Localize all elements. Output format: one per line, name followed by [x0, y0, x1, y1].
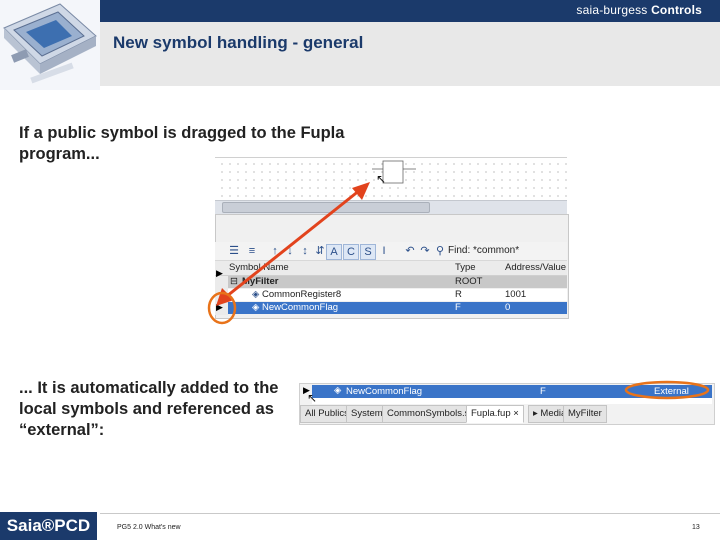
tab-fupla-label: Fupla.fup — [471, 408, 511, 419]
close-icon[interactable]: × — [513, 408, 519, 419]
title-band — [100, 22, 720, 86]
result-text: ... It is automatically added to the loc… — [19, 379, 279, 439]
symbol-type: F — [455, 302, 461, 313]
mouse-cursor-icon: ↖ — [307, 391, 318, 405]
col-type[interactable]: Type — [455, 262, 476, 273]
controller-device-image — [0, 0, 100, 90]
drag-source-highlight — [207, 291, 237, 325]
external-highlight — [624, 380, 710, 400]
tab-myfilter[interactable]: MyFilter — [563, 405, 607, 423]
tab-fupla[interactable]: Fupla.fup × — [466, 405, 524, 423]
find-filter-label[interactable]: Find: *common* — [448, 245, 519, 256]
page-number: 13 — [692, 524, 700, 531]
search-icon[interactable]: ⚲ — [433, 244, 447, 258]
redo-icon[interactable]: ↷ — [418, 244, 432, 258]
symbol-type: F — [540, 386, 546, 397]
symbol-name: NewCommonFlag — [346, 386, 423, 397]
symbol-value: 0 — [505, 302, 511, 313]
symbol-type: R — [455, 289, 462, 300]
symbol-value: 1001 — [505, 289, 527, 300]
page-title: New symbol handling - general — [113, 33, 364, 52]
symbol-node-icon: ◈ — [334, 385, 342, 396]
footer-bar — [100, 513, 720, 541]
col-address-value[interactable]: Address/Value — [505, 262, 566, 273]
tab-arrow-icon: ▸ — [533, 408, 538, 419]
undo-icon[interactable]: ↶ — [403, 244, 417, 258]
footer-logo: Saia®PCD — [0, 512, 97, 540]
footer-caption: PG5 2.0 What's new — [117, 524, 181, 531]
brand-wordmark: saia-burgess Controls — [576, 3, 702, 17]
symbol-type: ROOT — [455, 276, 483, 287]
